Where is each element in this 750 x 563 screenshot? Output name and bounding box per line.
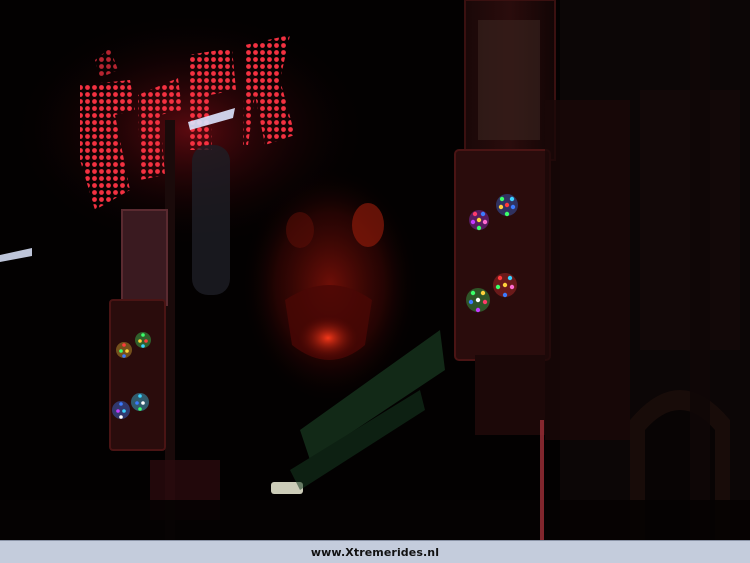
- led-cluster: [112, 401, 130, 419]
- photo-scene: [0, 0, 750, 540]
- led-cluster: [135, 332, 151, 348]
- site-url-caption: www.Xtremerides.nl: [310, 545, 440, 559]
- led-cluster: [116, 342, 132, 358]
- ground-shadow: [0, 500, 750, 540]
- night-fairground-photo: [0, 0, 750, 540]
- caption-bar: www.Xtremerides.nl: [0, 540, 750, 563]
- led-cluster: [131, 393, 149, 411]
- glowing-mouth: [298, 316, 358, 360]
